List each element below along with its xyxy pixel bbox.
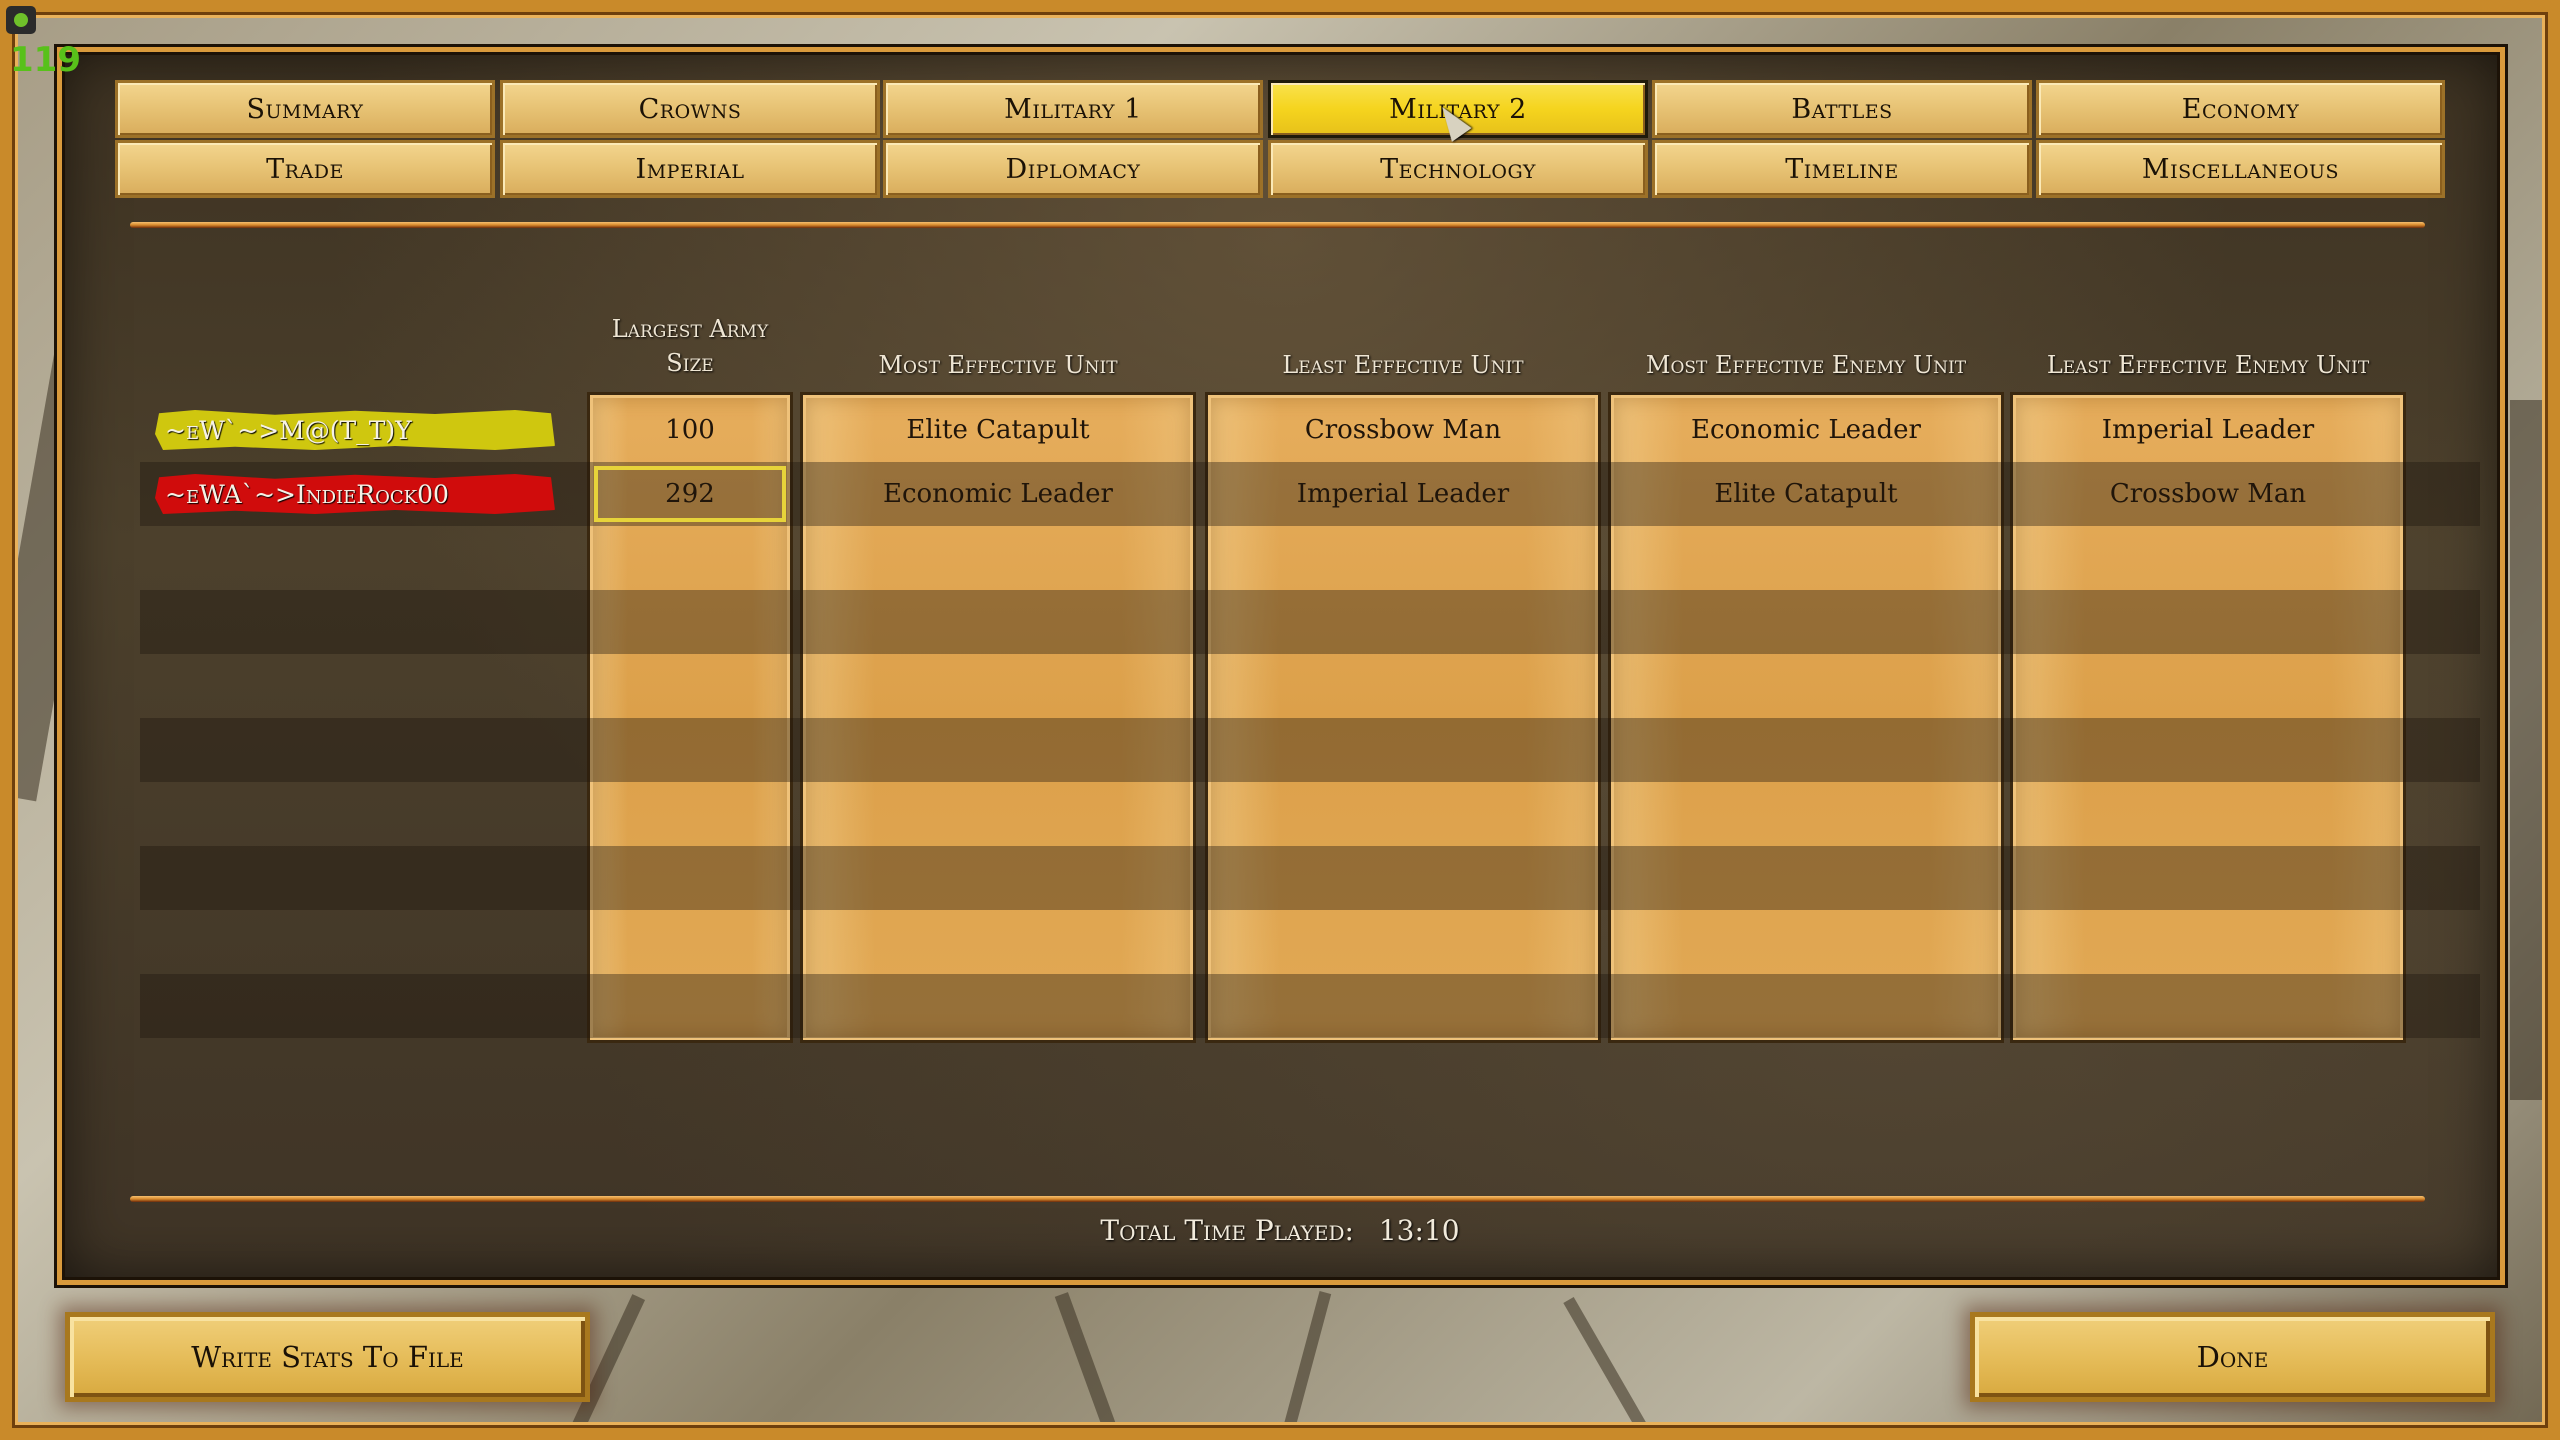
player-name: ~eW`~>M@(T_T)Y: [155, 410, 555, 450]
cell-army-size: 100: [665, 415, 715, 445]
cell-least-effective-enemy: Imperial Leader: [2101, 415, 2315, 445]
header-most-effective-unit: Most Effective Unit: [878, 351, 1118, 379]
tab-miscellaneous[interactable]: Miscellaneous: [2036, 140, 2445, 198]
total-time-label: Total Time Played:: [1100, 1214, 1354, 1247]
background-scenery: [1280, 1291, 1332, 1439]
header-largest-army-size: Largest Army Size: [580, 312, 800, 380]
tab-trade[interactable]: Trade: [115, 140, 495, 198]
row-stripe: [140, 974, 2480, 1038]
row-stripe: [140, 590, 2480, 654]
total-time-played: Total Time Played: 13:10: [0, 1214, 2560, 1247]
done-button[interactable]: Done: [1970, 1312, 2495, 1402]
fps-counter: 119: [10, 40, 81, 80]
header-largest-army-line2: Size: [666, 349, 714, 377]
cell-least-effective: Imperial Leader: [1296, 479, 1510, 509]
tab-imperial[interactable]: Imperial: [500, 140, 880, 198]
cell-least-effective: Crossbow Man: [1304, 415, 1502, 445]
tab-timeline[interactable]: Timeline: [1652, 140, 2032, 198]
row-stripe: [140, 718, 2480, 782]
header-largest-army-line1: Largest Army: [611, 315, 769, 343]
background-scenery: [2510, 400, 2550, 1100]
header-most-effective-enemy-unit: Most Effective Enemy Unit: [1645, 351, 1967, 379]
cell-army-size: 292: [590, 462, 790, 526]
background-scenery: [1054, 1292, 1120, 1438]
cell-most-effective-enemy: Elite Catapult: [1714, 479, 1898, 509]
cell-most-effective: Economic Leader: [882, 479, 1113, 509]
tab-battles[interactable]: Battles: [1652, 80, 2032, 138]
background-scenery: [1563, 1297, 1649, 1433]
tab-crowns[interactable]: Crowns: [500, 80, 880, 138]
cell-most-effective: Elite Catapult: [906, 415, 1090, 445]
bottom-divider: [130, 1196, 2425, 1202]
recording-indicator-icon: [6, 6, 36, 34]
cell-most-effective-enemy: Economic Leader: [1690, 415, 1921, 445]
tab-summary[interactable]: Summary: [115, 80, 495, 138]
header-least-effective-enemy-unit: Least Effective Enemy Unit: [2046, 351, 2370, 379]
tab-diplomacy[interactable]: Diplomacy: [883, 140, 1263, 198]
top-divider: [130, 222, 2425, 228]
row-stripe: [140, 846, 2480, 910]
player-name: ~eWA`~>IndieRock00: [155, 474, 555, 514]
tab-economy[interactable]: Economy: [2036, 80, 2445, 138]
cell-least-effective-enemy: Crossbow Man: [2109, 479, 2307, 509]
write-stats-button[interactable]: Write Stats To File: [65, 1312, 590, 1402]
total-time-value: 13:10: [1378, 1214, 1460, 1247]
header-least-effective-unit: Least Effective Unit: [1282, 351, 1524, 379]
tab-military-1[interactable]: Military 1: [883, 80, 1263, 138]
tab-technology[interactable]: Technology: [1268, 140, 1648, 198]
